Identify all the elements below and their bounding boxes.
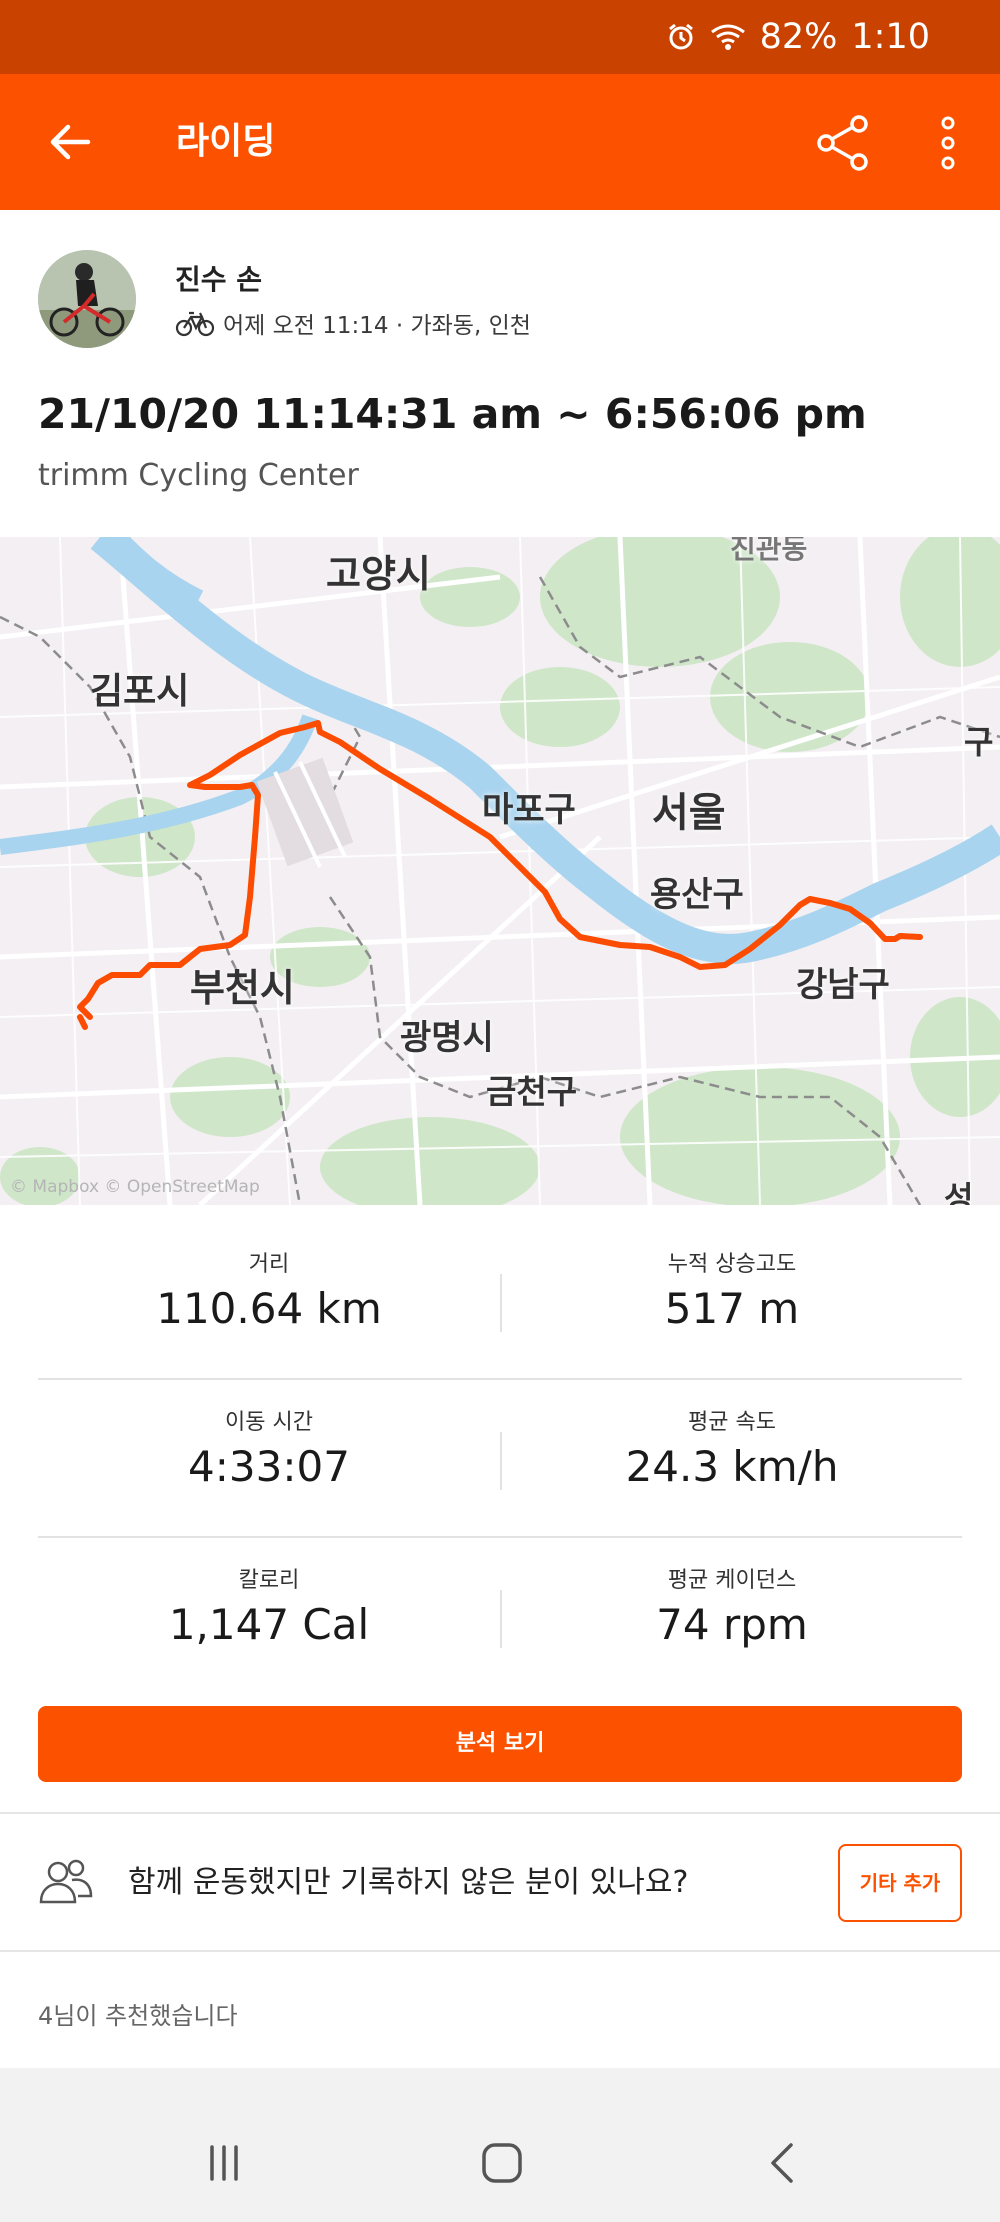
stat-label: 거리 bbox=[248, 1252, 290, 1277]
stat-calories: 칼로리 1,147 Cal bbox=[38, 1538, 500, 1696]
chevron-left-icon bbox=[771, 2143, 793, 2183]
stat-row: 이동 시간 4:33:07 평균 속도 24.3 km/h bbox=[38, 1380, 962, 1538]
map-label-right-edge: 구 bbox=[964, 723, 994, 761]
stat-distance: 거리 110.64 km bbox=[38, 1222, 500, 1378]
stat-moving-time: 이동 시간 4:33:07 bbox=[38, 1380, 500, 1536]
home-icon bbox=[482, 2143, 522, 2183]
athlete-header: 진수 손 어제 오전 11:14 · 가좌동, 인천 bbox=[38, 248, 958, 348]
map-label-gwangmyeong: 광명시 bbox=[400, 1018, 494, 1058]
clock: 1:10 bbox=[851, 17, 930, 57]
map-label-yongsan: 용산구 bbox=[650, 875, 744, 915]
map-label-gimpo: 김포시 bbox=[90, 671, 190, 712]
wifi-icon bbox=[710, 22, 746, 52]
home-button[interactable] bbox=[462, 2128, 542, 2198]
activity-meta: 어제 오전 11:14 · 가좌동, 인천 bbox=[175, 306, 531, 340]
view-analysis-button[interactable]: 분석 보기 bbox=[38, 1706, 962, 1782]
add-others-button[interactable]: 기타 추가 bbox=[838, 1844, 962, 1922]
status-icons: 82% 1:10 bbox=[666, 0, 930, 74]
bicycle-icon bbox=[175, 311, 215, 337]
stat-label: 평균 케이던스 bbox=[667, 1568, 797, 1593]
divider bbox=[0, 1950, 1000, 1952]
share-button[interactable] bbox=[810, 110, 876, 176]
stat-elevation-gain: 누적 상승고도 517 m bbox=[500, 1252, 962, 1333]
activity-title: 21/10/20 11:14:31 am ~ 6:56:06 pm bbox=[38, 390, 867, 438]
more-options-button[interactable] bbox=[928, 110, 968, 176]
back-button[interactable] bbox=[38, 110, 102, 174]
alarm-icon bbox=[666, 22, 696, 52]
recent-apps-button[interactable] bbox=[184, 2128, 264, 2198]
stat-avg-cadence: 평균 케이던스 74 rpm bbox=[500, 1568, 962, 1649]
recent-apps-icon bbox=[210, 2145, 238, 2181]
stat-value: 74 rpm bbox=[656, 1600, 808, 1649]
group-activity-row: 함께 운동했지만 기록하지 않은 분이 있나요? 기타 추가 bbox=[38, 1816, 962, 1950]
stats-grid: 거리 110.64 km 누적 상승고도 517 m 이동 시간 4:33:07… bbox=[38, 1222, 962, 1696]
map-label-gangnam: 강남구 bbox=[796, 965, 890, 1005]
route-map[interactable]: 고양시 김포시 마포구 서울 용산구 부천시 광명시 금천구 강남구 진관동 구… bbox=[0, 537, 1000, 1205]
activity-meta-text: 어제 오전 11:14 · 가좌동, 인천 bbox=[223, 313, 531, 339]
map-label-top-right: 진관동 bbox=[730, 537, 808, 565]
map-label-seoul: 서울 bbox=[652, 790, 726, 836]
arrow-left-icon bbox=[50, 124, 91, 160]
stat-label: 이동 시간 bbox=[225, 1410, 313, 1435]
stat-label: 칼로리 bbox=[238, 1568, 300, 1593]
stat-value: 4:33:07 bbox=[188, 1442, 350, 1491]
avatar[interactable] bbox=[38, 250, 136, 348]
stat-value: 1,147 Cal bbox=[168, 1600, 370, 1649]
stat-label: 평균 속도 bbox=[688, 1410, 776, 1435]
more-vertical-icon bbox=[941, 116, 955, 170]
stat-row: 거리 110.64 km 누적 상승고도 517 m bbox=[38, 1222, 962, 1380]
map-label-bucheon: 부천시 bbox=[190, 966, 295, 1010]
divider bbox=[0, 1812, 1000, 1814]
map-label-geumcheon: 금천구 bbox=[486, 1072, 578, 1111]
stat-value: 110.64 km bbox=[156, 1284, 382, 1333]
app-bar: 라이딩 bbox=[0, 74, 1000, 210]
kudos-count[interactable]: 4님이 추천했습니다 bbox=[38, 1996, 238, 2031]
group-question: 함께 운동했지만 기록하지 않은 분이 있나요? bbox=[128, 1865, 689, 1900]
stat-value: 517 m bbox=[664, 1284, 800, 1333]
athlete-name[interactable]: 진수 손 bbox=[175, 258, 262, 298]
page-title: 라이딩 bbox=[176, 121, 276, 162]
people-icon bbox=[39, 1859, 93, 1904]
system-nav-bar bbox=[0, 2104, 1000, 2222]
stat-label: 누적 상승고도 bbox=[667, 1252, 797, 1277]
stat-avg-speed: 평균 속도 24.3 km/h bbox=[500, 1410, 962, 1491]
status-bar: 82% 1:10 bbox=[0, 0, 1000, 74]
stat-value: 24.3 km/h bbox=[625, 1442, 839, 1491]
share-icon bbox=[817, 115, 868, 171]
stat-row: 칼로리 1,147 Cal 평균 케이던스 74 rpm bbox=[38, 1538, 962, 1696]
map-label-mapo: 마포구 bbox=[482, 790, 576, 830]
map-label-goyang: 고양시 bbox=[326, 552, 431, 596]
map-label-bottom-right: 성남 bbox=[944, 1179, 974, 1205]
map-attribution[interactable]: © Mapbox © OpenStreetMap bbox=[10, 1177, 260, 1197]
activity-description: trimm Cycling Center bbox=[38, 458, 359, 493]
system-back-button[interactable] bbox=[742, 2128, 822, 2198]
battery-percent: 82% bbox=[759, 17, 838, 57]
action-strip bbox=[0, 2068, 1000, 2104]
